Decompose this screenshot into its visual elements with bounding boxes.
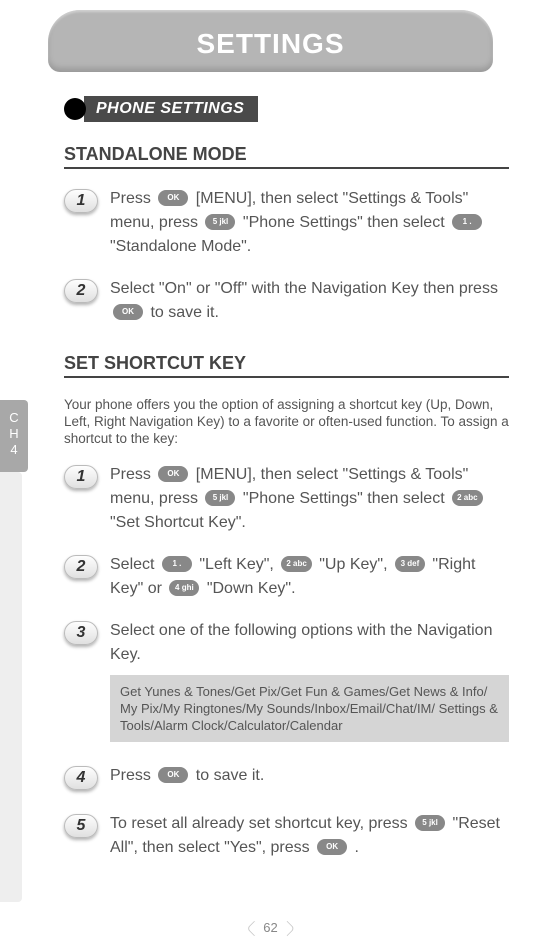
text-fragment: . <box>350 839 359 856</box>
content-area: STANDALONE MODE 1 Press OK [MENU], then … <box>64 144 509 860</box>
text-fragment: Press <box>110 466 155 483</box>
key-2-icon: 2 abc <box>452 490 482 506</box>
text-fragment: Press <box>110 767 155 784</box>
title-banner: SETTINGS <box>48 10 493 72</box>
text-fragment: To reset all already set shortcut key, p… <box>110 815 412 832</box>
step-number: 3 <box>64 621 98 645</box>
step-text: To reset all already set shortcut key, p… <box>110 812 509 860</box>
step-number: 1 <box>64 465 98 489</box>
text-fragment: to save it. <box>191 767 264 784</box>
chapter-tab-num: 4 <box>0 442 28 458</box>
key-1-icon: 1 . <box>452 214 482 230</box>
text-fragment: "Up Key", <box>315 556 392 573</box>
header-bullet-icon <box>64 98 86 120</box>
page-title: SETTINGS <box>196 28 344 59</box>
text-fragment: to save it. <box>146 304 219 321</box>
text-fragment: "Left Key", <box>195 556 278 573</box>
chapter-tab-c: C <box>0 410 28 426</box>
ok-key-icon: OK <box>158 466 188 482</box>
text-fragment: Select <box>110 556 159 573</box>
shortcut-step-1: 1 Press OK [MENU], then select "Settings… <box>64 463 509 535</box>
ok-key-icon: OK <box>158 190 188 206</box>
shortcut-step-4: 4 Press OK to save it. <box>64 764 509 790</box>
step-number: 2 <box>64 279 98 303</box>
text-fragment: "Standalone Mode". <box>110 238 251 255</box>
standalone-step-2: 2 Select "On" or "Off" with the Navigati… <box>64 277 509 325</box>
shortcut-step-3: 3 Select one of the following options wi… <box>64 619 509 742</box>
options-box: Get Yunes & Tones/Get Pix/Get Fun & Game… <box>110 675 509 742</box>
side-shadow <box>0 472 22 902</box>
ok-key-icon: OK <box>317 839 347 855</box>
key-2-icon: 2 abc <box>281 556 311 572</box>
text-fragment: "Set Shortcut Key". <box>110 514 246 531</box>
key-4-icon: 4 ghi <box>169 580 199 596</box>
key-1-icon: 1 . <box>162 556 192 572</box>
text-fragment: Select "On" or "Off" with the Navigation… <box>110 280 498 297</box>
step-number: 2 <box>64 555 98 579</box>
key-5-icon: 5 jkl <box>415 815 445 831</box>
shortcut-key-title: SET SHORTCUT KEY <box>64 353 509 378</box>
shortcut-step-5: 5 To reset all already set shortcut key,… <box>64 812 509 860</box>
shortcut-intro: Your phone offers you the option of assi… <box>64 396 509 447</box>
text-fragment: "Phone Settings" then select <box>238 490 449 507</box>
standalone-mode-title: STANDALONE MODE <box>64 144 509 169</box>
chapter-tab: C H 4 <box>0 400 28 472</box>
step-text: Press OK [MENU], then select "Settings &… <box>110 187 509 259</box>
section-header: PHONE SETTINGS <box>64 96 541 122</box>
text-fragment: "Down Key". <box>202 580 295 597</box>
key-5-icon: 5 jkl <box>205 490 235 506</box>
step-text: Press OK to save it. <box>110 764 264 788</box>
step-text: Select 1 . "Left Key", 2 abc "Up Key", 3… <box>110 553 509 601</box>
ok-key-icon: OK <box>113 304 143 320</box>
text-fragment: Press <box>110 190 155 207</box>
key-3-icon: 3 def <box>395 556 425 572</box>
section-header-label: PHONE SETTINGS <box>84 96 258 122</box>
text-fragment: Select one of the following options with… <box>110 622 492 663</box>
step-number: 1 <box>64 189 98 213</box>
ok-key-icon: OK <box>158 767 188 783</box>
step-text: Select "On" or "Off" with the Navigation… <box>110 277 509 325</box>
page-number: 62 <box>248 920 292 935</box>
text-fragment: "Phone Settings" then select <box>238 214 449 231</box>
step-number: 4 <box>64 766 98 790</box>
key-5-icon: 5 jkl <box>205 214 235 230</box>
standalone-step-1: 1 Press OK [MENU], then select "Settings… <box>64 187 509 259</box>
step-text: Press OK [MENU], then select "Settings &… <box>110 463 509 535</box>
step-number: 5 <box>64 814 98 838</box>
step-text: Select one of the following options with… <box>110 619 509 742</box>
shortcut-step-2: 2 Select 1 . "Left Key", 2 abc "Up Key",… <box>64 553 509 601</box>
chapter-tab-h: H <box>0 426 28 442</box>
